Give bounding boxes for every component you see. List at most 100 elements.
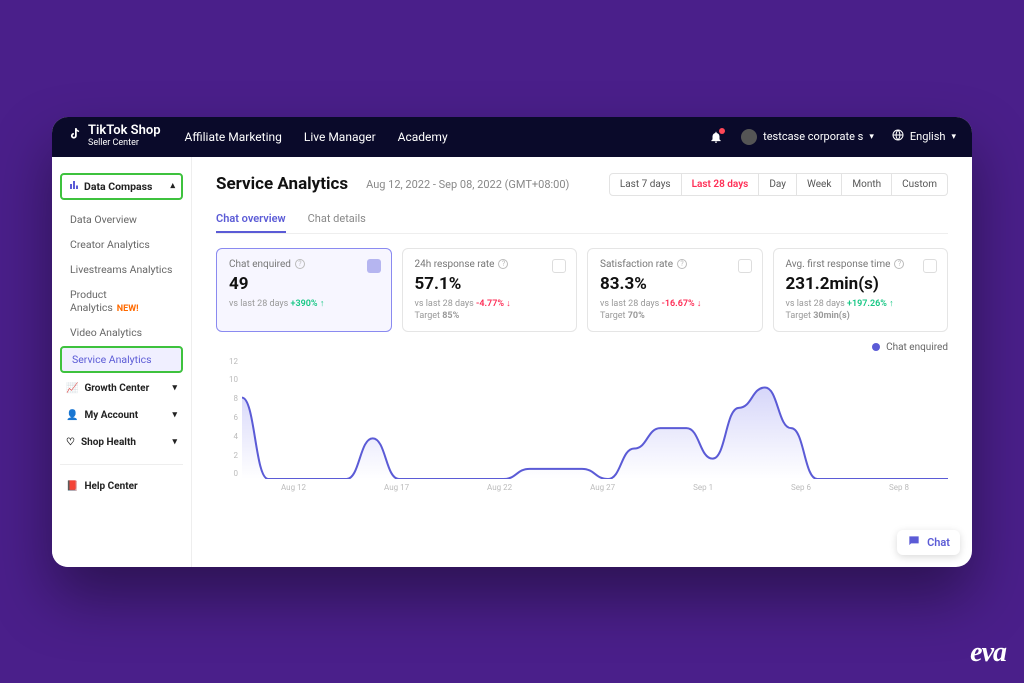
eva-logo: eva: [970, 637, 1006, 669]
y-tick: 6: [216, 413, 238, 422]
app-window: TikTok Shop Seller Center Affiliate Mark…: [52, 117, 972, 567]
growth-icon: 📈: [66, 383, 78, 394]
card-sub: vs last 28 days +197.26% ↑: [786, 298, 936, 309]
tab-chat-overview[interactable]: Chat overview: [216, 206, 286, 233]
card-target: Target 30min(s): [786, 311, 936, 321]
brand-line2: Seller Center: [88, 139, 161, 149]
info-icon[interactable]: ?: [295, 259, 305, 269]
info-icon[interactable]: ?: [498, 259, 508, 269]
language-menu[interactable]: English ▾: [892, 129, 956, 144]
sidebar-group-label: Data Compass: [84, 180, 152, 193]
notifications-icon[interactable]: [709, 130, 723, 144]
brand-line1: TikTok Shop: [88, 123, 161, 138]
card-checkbox[interactable]: [552, 259, 566, 273]
range-last-7[interactable]: Last 7 days: [609, 173, 682, 196]
card-value: 231.2min(s): [786, 274, 936, 294]
page-title: Service Analytics: [216, 174, 348, 194]
x-tick: Aug 17: [384, 483, 409, 497]
range-week[interactable]: Week: [797, 173, 842, 196]
card-sub: vs last 28 days -16.67% ↓: [600, 298, 750, 309]
card-checkbox[interactable]: [923, 259, 937, 273]
sidebar-item-data-overview[interactable]: Data Overview: [60, 208, 183, 231]
card-title: Satisfaction rate ?: [600, 259, 750, 270]
chat-float-label: Chat: [927, 536, 950, 549]
user-icon: 👤: [66, 410, 78, 421]
card-title: 24h response rate ?: [415, 259, 565, 270]
x-tick: Sep 1: [693, 483, 713, 497]
card-sub: vs last 28 days +390% ↑: [229, 298, 379, 309]
chevron-down-icon: ▾: [869, 132, 874, 142]
range-last-28[interactable]: Last 28 days: [682, 173, 760, 196]
info-icon[interactable]: ?: [894, 259, 904, 269]
nav-live-manager[interactable]: Live Manager: [304, 130, 376, 144]
card-value: 49: [229, 274, 379, 294]
x-tick: Aug 22: [487, 483, 512, 497]
bar-chart-icon: [68, 179, 80, 194]
sidebar-group-label: Shop Health: [81, 437, 136, 448]
legend-label: Chat enquired: [886, 342, 948, 353]
card-24h-response-rate[interactable]: 24h response rate ? 57.1% vs last 28 day…: [402, 248, 578, 332]
x-tick: Aug 12: [281, 483, 306, 497]
range-custom[interactable]: Custom: [892, 173, 948, 196]
y-tick: 12: [216, 357, 238, 366]
range-month[interactable]: Month: [842, 173, 892, 196]
card-value: 57.1%: [415, 274, 565, 294]
card-chat-enquired[interactable]: Chat enquired ? 49 vs last 28 days +390%…: [216, 248, 392, 332]
sidebar-item-livestreams-analytics[interactable]: Livestreams Analytics: [60, 258, 183, 281]
chat-float-button[interactable]: Chat: [897, 530, 960, 555]
chevron-down-icon: ▾: [172, 383, 177, 393]
tab-chat-details[interactable]: Chat details: [308, 206, 366, 233]
sidebar-group-label: My Account: [84, 410, 138, 421]
metric-cards: Chat enquired ? 49 vs last 28 days +390%…: [216, 248, 948, 332]
card-title: Chat enquired ?: [229, 259, 379, 270]
info-icon[interactable]: ?: [677, 259, 687, 269]
tabs: Chat overview Chat details: [216, 206, 948, 234]
card-checkbox[interactable]: [738, 259, 752, 273]
card-checkbox[interactable]: [367, 259, 381, 273]
x-tick: Aug 27: [590, 483, 615, 497]
chat-icon: [907, 534, 921, 551]
globe-icon: [892, 129, 904, 144]
user-menu[interactable]: testcase corporate s ▾: [741, 129, 874, 145]
sidebar-group-growth-center[interactable]: 📈 Growth Center ▾: [60, 375, 183, 402]
date-range: Aug 12, 2022 - Sep 08, 2022 (GMT+08:00): [366, 178, 569, 191]
card-target: Target 85%: [415, 311, 565, 321]
legend-dot: [872, 343, 880, 351]
sidebar-item-help-center[interactable]: 📕 Help Center: [60, 473, 183, 500]
divider: [60, 464, 183, 465]
x-tick: Sep 6: [791, 483, 811, 497]
sidebar-item-creator-analytics[interactable]: Creator Analytics: [60, 233, 183, 256]
x-tick: Sep 8: [889, 483, 909, 497]
main-content: Service Analytics Aug 12, 2022 - Sep 08,…: [192, 157, 972, 567]
sidebar-item-service-analytics[interactable]: Service Analytics: [60, 346, 183, 373]
sidebar-item-video-analytics[interactable]: Video Analytics: [60, 321, 183, 344]
top-nav: Affiliate Marketing Live Manager Academy: [185, 130, 448, 144]
sidebar-group-label: Growth Center: [84, 383, 149, 394]
help-icon: 📕: [66, 481, 78, 492]
sidebar-group-shop-health[interactable]: ♡ Shop Health ▾: [60, 429, 183, 456]
chart-area: 121086420 Aug 12Aug 17Aug 22Aug 27Sep 1S…: [216, 357, 948, 497]
card-avg-first-response[interactable]: Avg. first response time ? 231.2min(s) v…: [773, 248, 949, 332]
notification-dot: [719, 128, 725, 134]
card-target: Target 70%: [600, 311, 750, 321]
avatar: [741, 129, 757, 145]
user-name: testcase corporate s: [763, 130, 863, 143]
sidebar-group-data-compass[interactable]: Data Compass ▴: [60, 173, 183, 200]
page-header: Service Analytics Aug 12, 2022 - Sep 08,…: [216, 173, 948, 196]
chevron-down-icon: ▾: [951, 132, 956, 142]
sidebar-group-my-account[interactable]: 👤 My Account ▾: [60, 402, 183, 429]
heart-icon: ♡: [66, 437, 75, 448]
chevron-up-icon: ▴: [170, 181, 175, 191]
top-right: testcase corporate s ▾ English ▾: [709, 129, 956, 145]
sidebar-item-product-analytics[interactable]: Product Analytics: [60, 283, 183, 319]
card-sub: vs last 28 days -4.77% ↓: [415, 298, 565, 309]
nav-affiliate[interactable]: Affiliate Marketing: [185, 130, 282, 144]
card-satisfaction-rate[interactable]: Satisfaction rate ? 83.3% vs last 28 day…: [587, 248, 763, 332]
range-buttons: Last 7 days Last 28 days Day Week Month …: [609, 173, 948, 196]
topbar: TikTok Shop Seller Center Affiliate Mark…: [52, 117, 972, 157]
nav-academy[interactable]: Academy: [398, 130, 448, 144]
y-tick: 4: [216, 432, 238, 441]
sidebar: Data Compass ▴ Data Overview Creator Ana…: [52, 157, 192, 567]
range-day[interactable]: Day: [759, 173, 797, 196]
y-tick: 10: [216, 375, 238, 384]
